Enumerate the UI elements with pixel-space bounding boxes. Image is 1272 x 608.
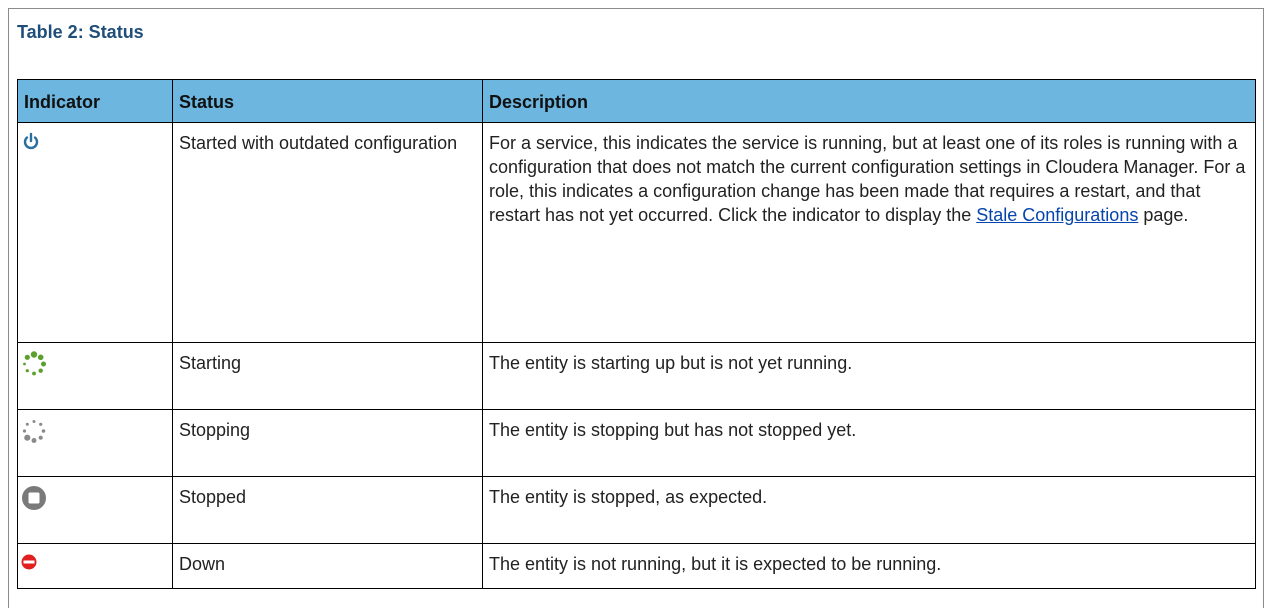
table-row: Down The entity is not running, but it i…	[17, 543, 1256, 589]
down-icon	[21, 552, 37, 576]
status-cell: Started with outdated configuration	[172, 122, 483, 343]
table-header-row: Indicator Status Description	[17, 79, 1256, 123]
description-cell: For a service, this indicates the servic…	[482, 122, 1256, 343]
indicator-cell	[17, 409, 173, 477]
indicator-cell	[17, 543, 173, 589]
description-cell: The entity is stopping but has not stopp…	[482, 409, 1256, 477]
status-cell: Stopped	[172, 476, 483, 544]
starting-spinner-icon	[21, 351, 47, 383]
header-status: Status	[172, 79, 483, 123]
table-row: Started with outdated configuration For …	[17, 122, 1256, 343]
stopping-spinner-icon	[21, 418, 47, 450]
header-indicator: Indicator	[17, 79, 173, 123]
indicator-cell	[17, 122, 173, 343]
stale-configurations-link[interactable]: Stale Configurations	[976, 205, 1138, 225]
outdated-power-icon[interactable]	[21, 131, 41, 157]
table-row: Starting The entity is starting up but i…	[17, 342, 1256, 410]
table-row: Stopping The entity is stopping but has …	[17, 409, 1256, 477]
description-text-end: page.	[1138, 205, 1189, 225]
table-row: Stopped The entity is stopped, as expect…	[17, 476, 1256, 544]
indicator-cell	[17, 342, 173, 410]
status-table: Indicator Status Description Started wit…	[17, 79, 1256, 589]
stopped-icon	[21, 485, 47, 517]
status-cell: Stopping	[172, 409, 483, 477]
status-cell: Starting	[172, 342, 483, 410]
indicator-cell	[17, 476, 173, 544]
status-cell: Down	[172, 543, 483, 589]
description-cell: The entity is starting up but is not yet…	[482, 342, 1256, 410]
table-caption: Table 2: Status	[17, 22, 144, 42]
header-description: Description	[482, 79, 1256, 123]
description-cell: The entity is not running, but it is exp…	[482, 543, 1256, 589]
description-cell: The entity is stopped, as expected.	[482, 476, 1256, 544]
